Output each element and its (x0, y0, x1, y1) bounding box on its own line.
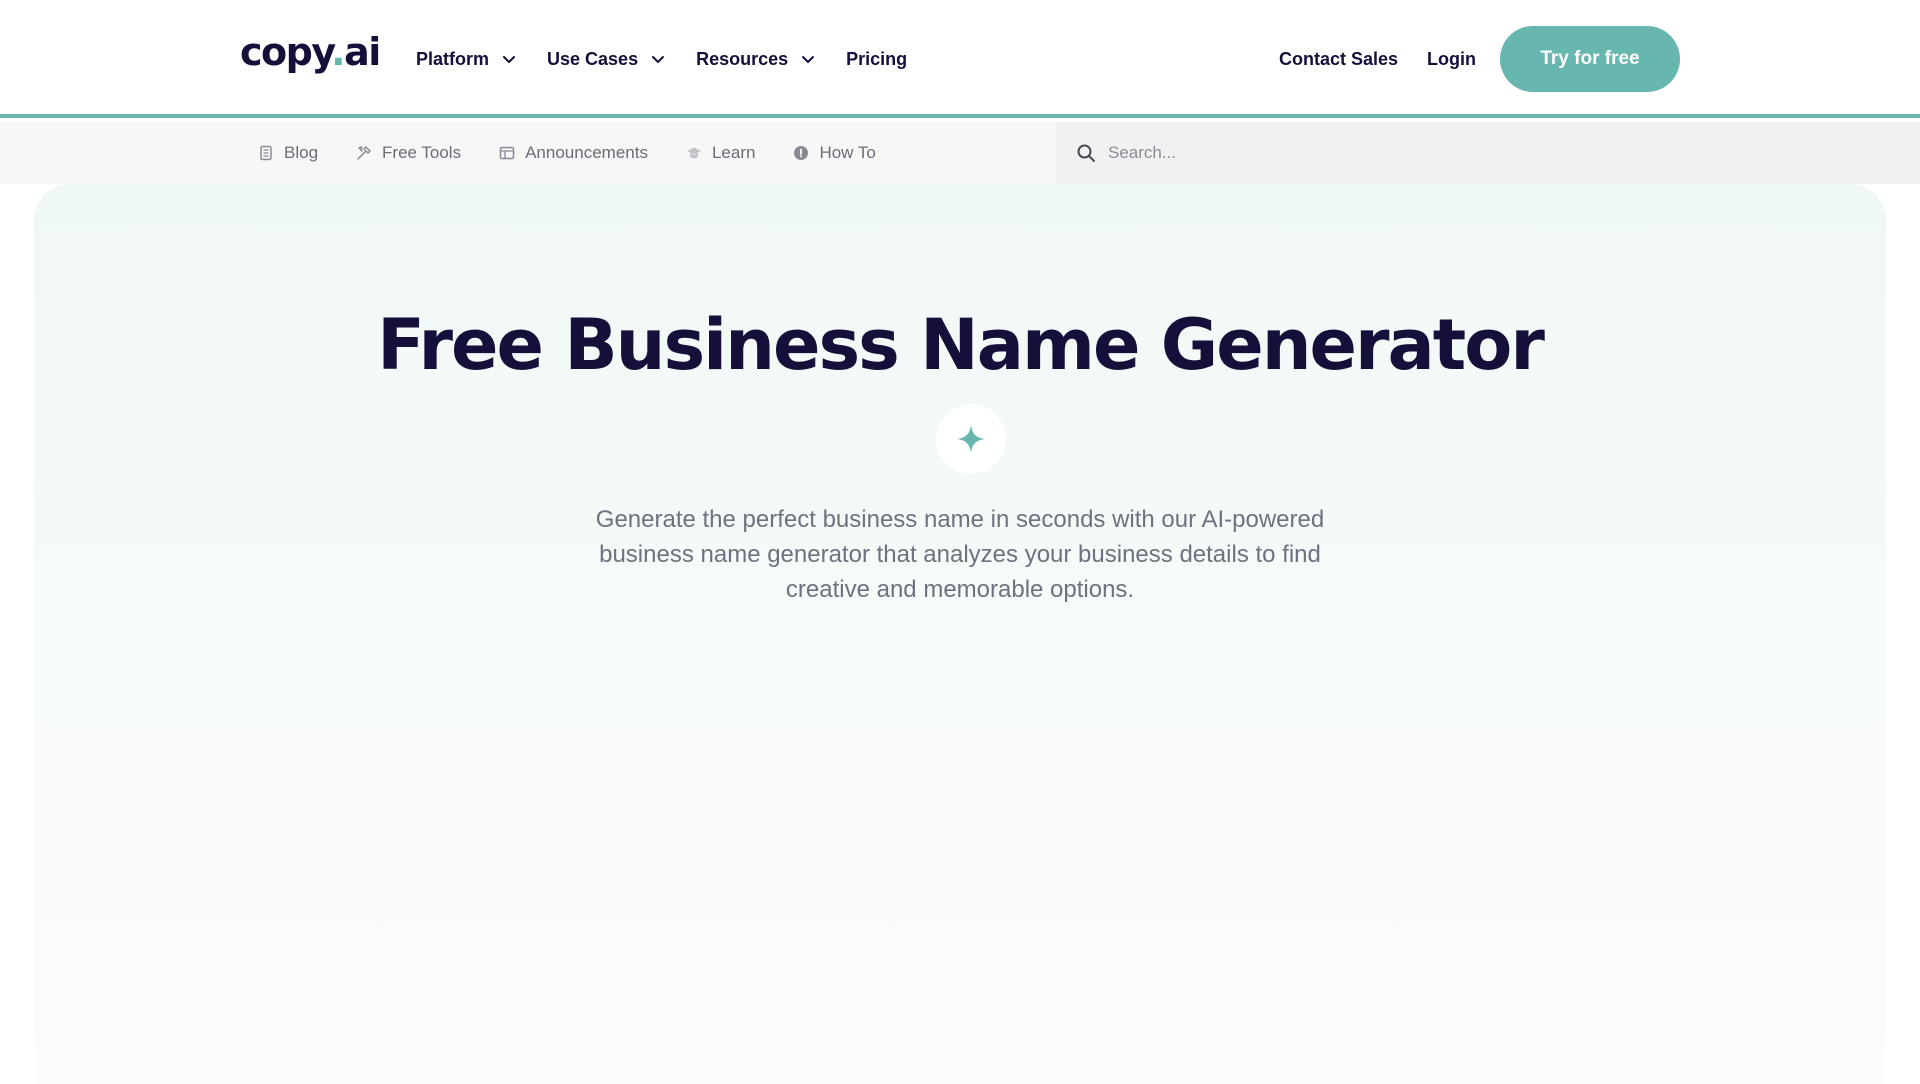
subnav-item-label: How To (819, 143, 876, 162)
login-link[interactable]: Login (1427, 49, 1476, 70)
copyai-logo[interactable]: copy.ai (240, 30, 381, 74)
main-menu: Platform Use Cases Resources Pricing (416, 0, 937, 118)
sparkle-badge (936, 404, 1006, 474)
logo-dot: . (331, 30, 345, 74)
info-circle-icon (794, 146, 809, 160)
subnav-item-label: Free Tools (382, 143, 462, 162)
newspaper-icon (499, 146, 515, 160)
document-icon (260, 145, 272, 161)
subnav-item-announcements[interactable]: Announcements (499, 143, 648, 163)
subnav-links: Blog Free Tools Announcements Learn How … (258, 122, 914, 184)
chevron-down-icon (652, 56, 665, 63)
subnav-item-label: Learn (711, 143, 756, 162)
contact-sales-link[interactable]: Contact Sales (1279, 49, 1398, 70)
sub-navigation: Blog Free Tools Announcements Learn How … (0, 122, 1920, 184)
graduation-cap-icon (686, 147, 701, 159)
subnav-item-label: Announcements (525, 143, 648, 162)
hero-description: Generate the perfect business name in se… (595, 506, 1325, 603)
nav-resources[interactable]: Resources (696, 49, 816, 70)
subnav-item-label: Blog (284, 143, 319, 162)
nav-platform-label: Platform (416, 48, 490, 69)
nav-pricing[interactable]: Pricing (846, 49, 907, 70)
search-input[interactable] (1108, 143, 1708, 163)
try-for-free-button[interactable]: Try for free (1500, 26, 1680, 92)
logo-text: copy (240, 30, 333, 74)
nav-use-cases[interactable]: Use Cases (547, 49, 666, 70)
nav-platform[interactable]: Platform (416, 49, 517, 70)
chevron-down-icon (503, 56, 516, 63)
subnav-item-blog[interactable]: Blog (258, 143, 318, 163)
nav-resources-label: Resources (696, 48, 789, 69)
nav-use-cases-label: Use Cases (547, 48, 639, 69)
logo-text-tail: ai (344, 30, 381, 74)
search-icon (1077, 144, 1095, 162)
search-bar[interactable] (1056, 122, 1920, 184)
tools-icon (357, 146, 371, 160)
nav-pricing-label: Pricing (846, 48, 908, 69)
sparkle-icon (957, 425, 985, 453)
account-actions: Contact Sales Login Try for free (1250, 0, 1680, 118)
chevron-down-icon (802, 56, 815, 63)
subnav-item-how-to[interactable]: How To (793, 143, 876, 163)
page-title: Free Business Name Generator (377, 304, 1545, 386)
top-navigation: copy.ai Platform Use Cases Resources Pri… (0, 0, 1920, 118)
hero-section: Free Business Name Generator Generate th… (34, 184, 1886, 1084)
subnav-item-free-tools[interactable]: Free Tools (356, 143, 461, 163)
subnav-item-learn[interactable]: Learn (686, 143, 755, 163)
